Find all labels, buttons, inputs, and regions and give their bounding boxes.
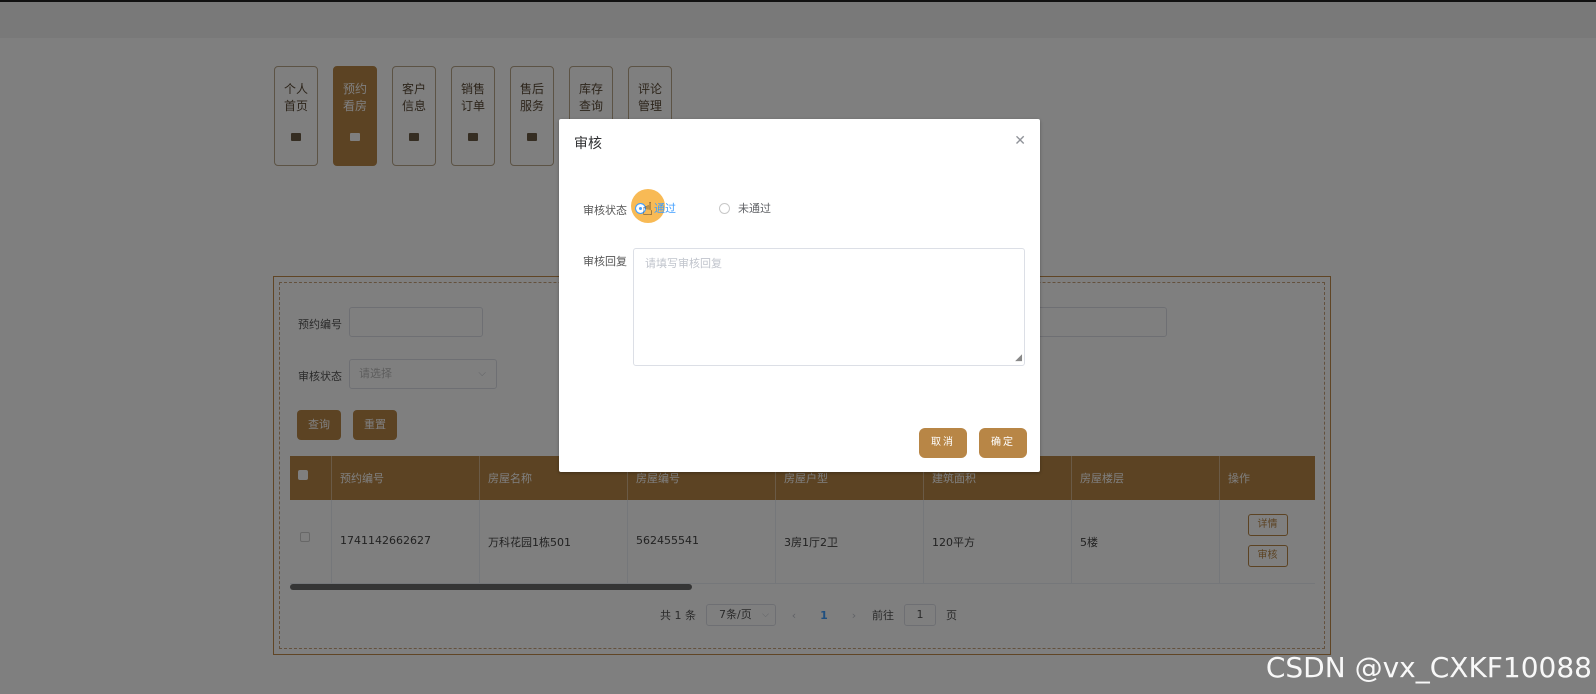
cancel-button[interactable]: 取消 (919, 428, 967, 458)
watermark-text: CSDN @vx_CXKF10088 (1265, 651, 1592, 684)
pointer-hand-icon: ☝ (642, 199, 653, 220)
review-reply-placeholder: 请填写审核回复 (645, 257, 722, 270)
resize-handle-icon[interactable]: ◢ (1015, 353, 1022, 363)
radio-fail[interactable]: 未通过 (719, 200, 771, 216)
dialog-title: 审核 (574, 136, 602, 152)
radio-fail-circle[interactable] (719, 202, 730, 214)
dialog-reply-label: 审核回复 (583, 255, 627, 268)
radio-pass-label[interactable]: 通过 (654, 200, 676, 216)
review-dialog: 审核 ✕ 审核状态 通过 ☝ 未通过 审核回复 请填写审核回复 ◢ 取消 确定 (559, 119, 1040, 472)
confirm-button[interactable]: 确定 (979, 428, 1027, 458)
dialog-status-label: 审核状态 (583, 204, 627, 217)
close-icon[interactable]: ✕ (1014, 133, 1026, 149)
radio-fail-label[interactable]: 未通过 (738, 200, 771, 216)
review-reply-textarea[interactable]: 请填写审核回复 ◢ (633, 248, 1025, 366)
